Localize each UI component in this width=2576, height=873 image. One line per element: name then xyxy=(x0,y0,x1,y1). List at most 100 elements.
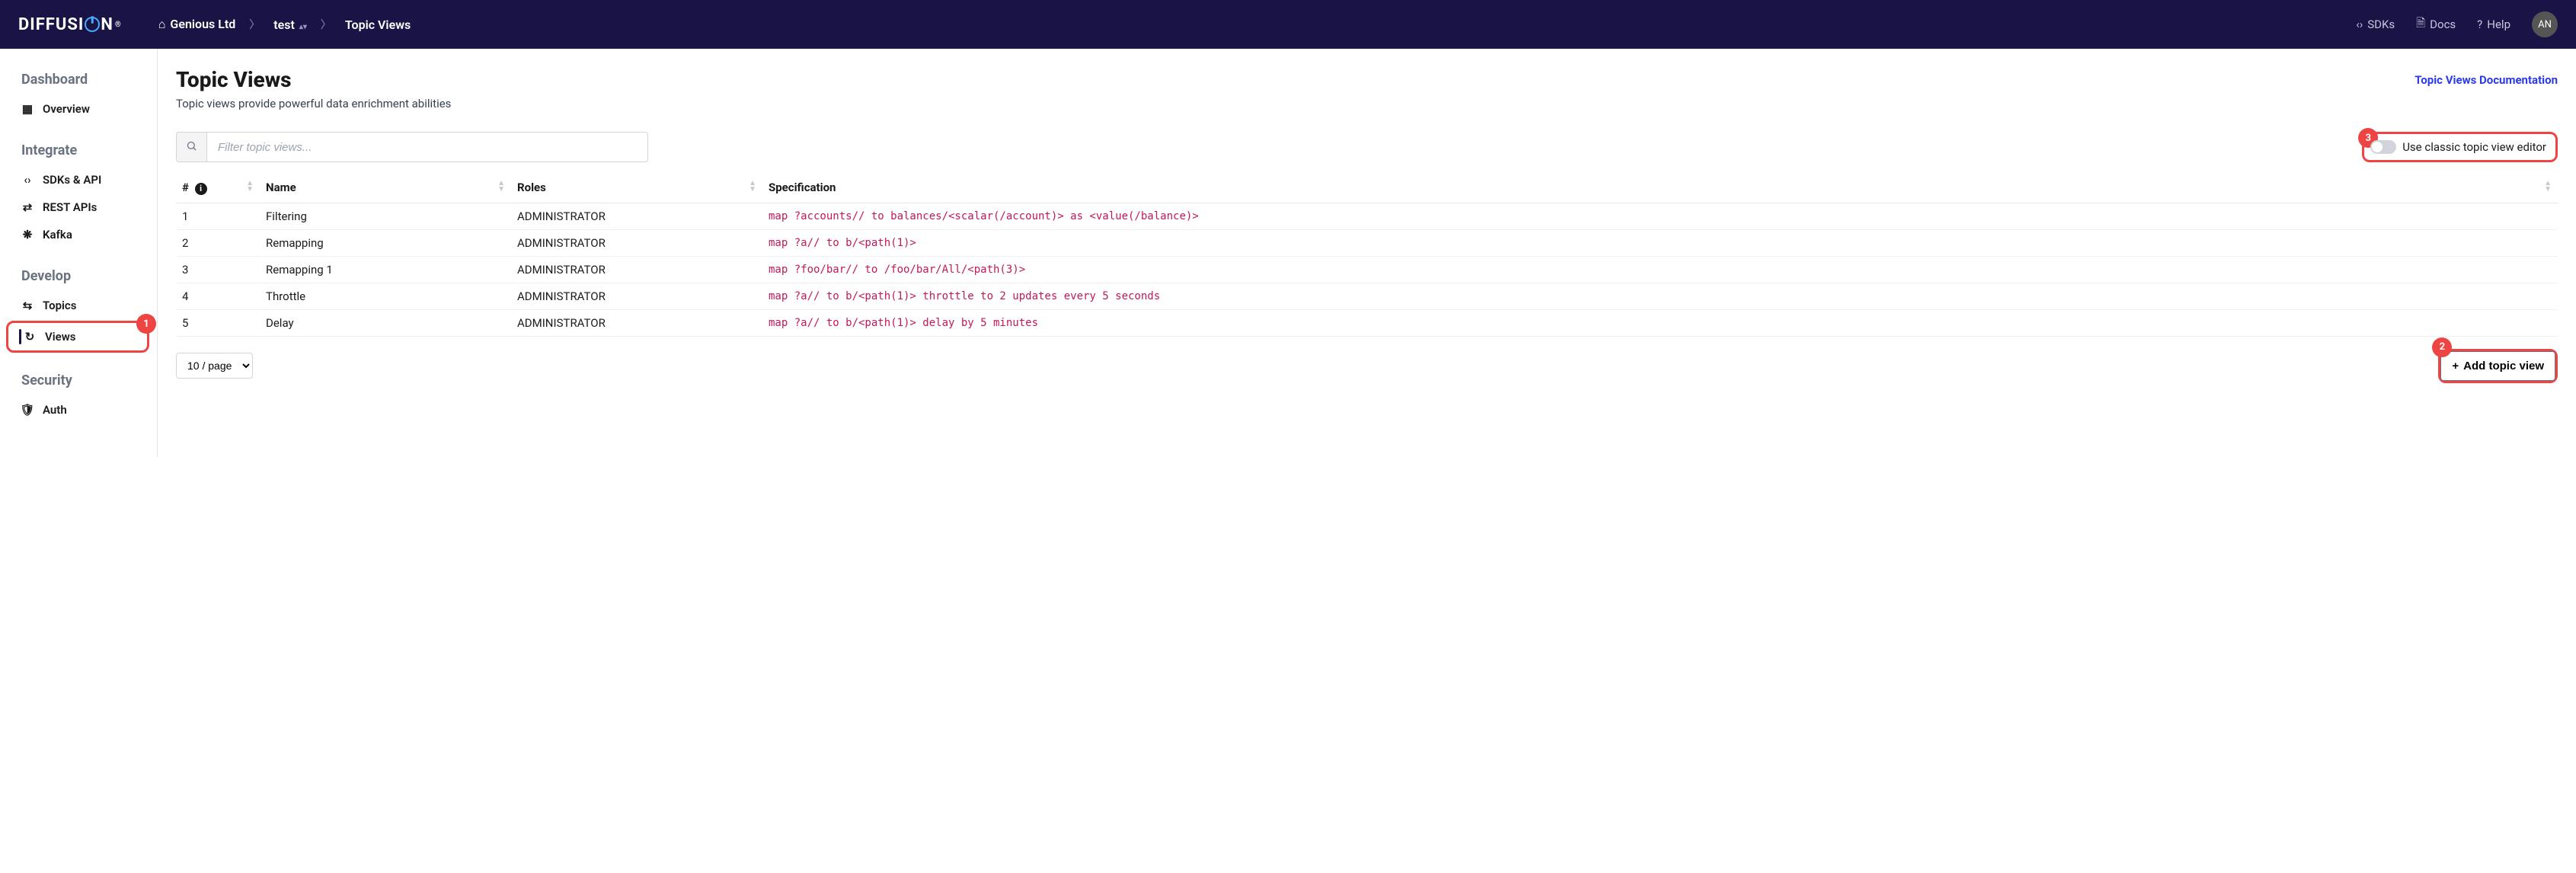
swap-icon: ⇆ xyxy=(21,299,34,312)
help-label: Help xyxy=(2487,18,2510,31)
updown-icon: ▴▾ xyxy=(299,23,307,31)
breadcrumb-org[interactable]: ⌂ Genious Ltd xyxy=(158,17,235,32)
cell-spec: map ?a// to b/<path(1)> xyxy=(762,229,2558,256)
page-title: Topic Views xyxy=(176,67,451,92)
cell-spec: map ?a// to b/<path(1)> throttle to 2 up… xyxy=(762,283,2558,309)
avatar[interactable]: AN xyxy=(2532,11,2558,37)
callout-badge-2: 2 xyxy=(2432,337,2452,357)
main: Topic Views Topic views provide powerful… xyxy=(158,49,2576,457)
cell-name: Delay xyxy=(260,309,511,336)
sidebar-item-label: SDKs & API xyxy=(43,173,101,187)
column-header-spec[interactable]: Specification ▲▼ xyxy=(762,173,2558,203)
table-row[interactable]: 3Remapping 1ADMINISTRATORmap ?foo/bar// … xyxy=(176,256,2558,283)
sort-icon[interactable]: ▲▼ xyxy=(497,181,505,193)
chevron-right-icon: 〉 xyxy=(321,17,331,32)
topbar: DIFFUSI N® ⌂ Genious Ltd 〉 test ▴▾ 〉 Topic… xyxy=(0,0,2576,49)
shield-icon: 🛡 xyxy=(21,404,34,416)
kafka-icon: ❋ xyxy=(21,229,34,241)
classic-editor-toggle[interactable] xyxy=(2370,140,2396,154)
breadcrumb-page: Topic Views xyxy=(345,18,411,32)
sidebar-item-views[interactable]: ↻ Views xyxy=(8,323,147,350)
cell-number: 3 xyxy=(176,256,260,283)
column-header-roles[interactable]: Roles ▲▼ xyxy=(511,173,762,203)
column-header-name[interactable]: Name ▲▼ xyxy=(260,173,511,203)
sidebar-heading-dashboard: Dashboard xyxy=(0,67,157,95)
table-row[interactable]: 1FilteringADMINISTRATORmap ?accounts// t… xyxy=(176,203,2558,229)
cell-roles: ADMINISTRATOR xyxy=(511,229,762,256)
cell-number: 4 xyxy=(176,283,260,309)
breadcrumb: ⌂ Genious Ltd 〉 test ▴▾ 〉 Topic Views xyxy=(158,17,411,32)
table-row[interactable]: 4ThrottleADMINISTRATORmap ?a// to b/<pat… xyxy=(176,283,2558,309)
arrows-icon: ⇄ xyxy=(21,201,34,213)
cell-spec: map ?foo/bar// to /foo/bar/All/<path(3)> xyxy=(762,256,2558,283)
breadcrumb-project-label: test xyxy=(273,18,295,32)
sdks-label: SDKs xyxy=(2367,18,2395,31)
logo-text-post: N xyxy=(101,15,113,34)
sidebar-heading-integrate: Integrate xyxy=(0,138,157,166)
filter-input[interactable] xyxy=(206,132,648,162)
sidebar-heading-develop: Develop xyxy=(0,264,157,292)
top-links: ‹› SDKs 🗎Docs ? Help AN xyxy=(2356,11,2558,37)
sidebar-item-topics[interactable]: ⇆ Topics xyxy=(0,292,157,319)
breadcrumb-project[interactable]: test ▴▾ xyxy=(273,18,307,32)
sidebar-item-rest-apis[interactable]: ⇄ REST APIs xyxy=(0,193,157,221)
topic-views-table: # i ▲▼ Name ▲▼ Roles ▲▼ Specification xyxy=(176,173,2558,337)
classic-editor-label: Use classic topic view editor xyxy=(2402,140,2546,154)
cell-spec: map ?accounts// to balances/<scalar(/acc… xyxy=(762,203,2558,229)
cell-roles: ADMINISTRATOR xyxy=(511,256,762,283)
sidebar-item-sdks-api[interactable]: ‹› SDKs & API xyxy=(0,166,157,193)
table-row[interactable]: 2RemappingADMINISTRATORmap ?a// to b/<pa… xyxy=(176,229,2558,256)
refresh-icon: ↻ xyxy=(24,331,36,343)
add-topic-view-button[interactable]: + Add topic view xyxy=(2440,351,2555,381)
code-icon: ‹› xyxy=(2356,18,2363,31)
column-label: Specification xyxy=(769,181,836,194)
registered-icon: ® xyxy=(115,21,122,29)
sidebar-item-label: Auth xyxy=(43,403,67,417)
search-button[interactable] xyxy=(176,132,206,162)
grid-icon: ▦ xyxy=(21,103,34,115)
cell-roles: ADMINISTRATOR xyxy=(511,203,762,229)
sdks-link[interactable]: ‹› SDKs xyxy=(2356,18,2395,31)
home-icon: ⌂ xyxy=(158,17,166,31)
search-icon xyxy=(186,140,197,154)
cell-number: 5 xyxy=(176,309,260,336)
chevron-right-icon: 〉 xyxy=(249,17,260,32)
sort-icon[interactable]: ▲▼ xyxy=(246,181,254,193)
cell-number: 2 xyxy=(176,229,260,256)
cell-roles: ADMINISTRATOR xyxy=(511,309,762,336)
docs-label: Docs xyxy=(2430,18,2456,31)
sidebar: Dashboard ▦ Overview Integrate ‹› SDKs &… xyxy=(0,49,158,457)
sidebar-item-auth[interactable]: 🛡 Auth xyxy=(0,396,157,424)
add-button-label: Add topic view xyxy=(2463,360,2544,373)
power-icon xyxy=(85,17,100,32)
cell-name: Filtering xyxy=(260,203,511,229)
cell-roles: ADMINISTRATOR xyxy=(511,283,762,309)
sidebar-item-overview[interactable]: ▦ Overview xyxy=(0,95,157,123)
column-label: Name xyxy=(266,181,296,194)
sort-icon[interactable]: ▲▼ xyxy=(2544,181,2552,193)
page-size-select[interactable]: 10 / page xyxy=(176,353,253,379)
sidebar-item-label: Overview xyxy=(43,102,90,116)
sidebar-item-label: REST APIs xyxy=(43,200,97,214)
cell-name: Remapping xyxy=(260,229,511,256)
column-label: Roles xyxy=(517,181,546,194)
breadcrumb-org-label: Genious Ltd xyxy=(170,17,235,31)
info-icon[interactable]: i xyxy=(195,183,207,195)
documentation-link[interactable]: Topic Views Documentation xyxy=(2415,67,2558,87)
cell-number: 1 xyxy=(176,203,260,229)
cell-spec: map ?a// to b/<path(1)> delay by 5 minut… xyxy=(762,309,2558,336)
sort-icon[interactable]: ▲▼ xyxy=(749,181,756,193)
table-row[interactable]: 5DelayADMINISTRATORmap ?a// to b/<path(1… xyxy=(176,309,2558,336)
help-icon: ? xyxy=(2477,18,2482,31)
logo-text-pre: DIFFUSI xyxy=(18,15,84,34)
sidebar-item-label: Views xyxy=(45,330,76,344)
code-icon: ‹› xyxy=(21,174,34,186)
sidebar-item-label: Kafka xyxy=(43,228,72,241)
sidebar-item-label: Topics xyxy=(43,299,76,312)
sidebar-item-kafka[interactable]: ❋ Kafka xyxy=(0,221,157,248)
cell-name: Throttle xyxy=(260,283,511,309)
docs-link[interactable]: 🗎Docs xyxy=(2416,15,2456,34)
column-header-number[interactable]: # i ▲▼ xyxy=(176,173,260,203)
help-link[interactable]: ? Help xyxy=(2477,18,2510,31)
logo[interactable]: DIFFUSI N® xyxy=(18,15,122,34)
